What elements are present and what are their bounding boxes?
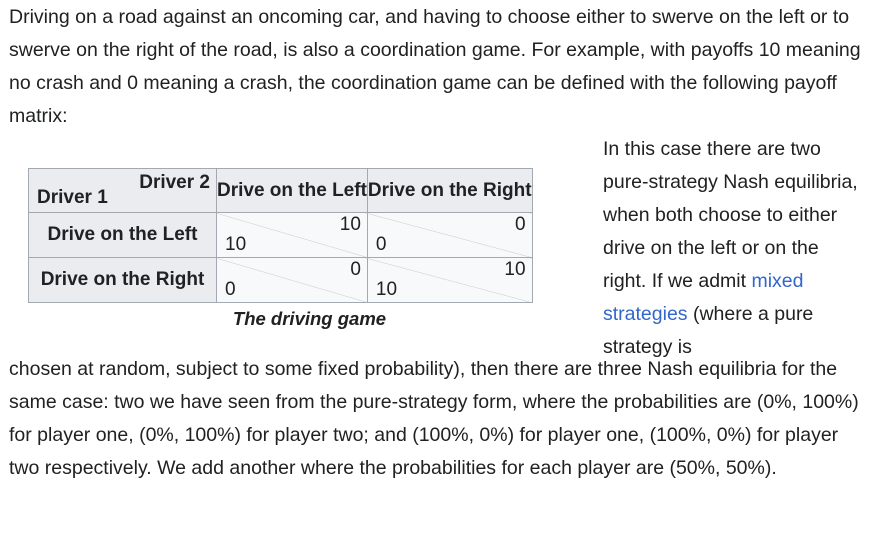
table-row: Drive on the Left 10 10 0 0 (28, 212, 533, 258)
intro-paragraph: Driving on a road against an oncoming ca… (9, 6, 861, 127)
payoff-driver1: 0 (225, 279, 236, 300)
side-text-start: In this case there are two pure-strategy… (603, 138, 858, 292)
outro-paragraph: chosen at random, subject to some fixed … (9, 358, 859, 479)
corner-cell: Driver 2 Driver 1 (28, 168, 217, 213)
table-row: Drive on the Right 0 0 10 10 (28, 257, 533, 303)
payoff-driver2: 0 (514, 214, 526, 235)
column-player-label: Driver 2 (139, 172, 210, 193)
side-paragraph: In this case there are two pure-strategy… (603, 133, 865, 364)
payoff-matrix: Driver 2 Driver 1 Drive on the Left Driv… (28, 168, 533, 303)
payoff-figure: Driver 2 Driver 1 Drive on the Left Driv… (28, 168, 581, 331)
payoff-driver2: 10 (504, 259, 526, 280)
article-body: Driving on a road against an oncoming ca… (0, 0, 879, 548)
row-player-label: Driver 1 (37, 187, 108, 208)
payoff-driver2: 10 (339, 214, 361, 235)
payoff-cell: 0 0 (366, 212, 533, 258)
payoff-driver1: 0 (375, 234, 387, 255)
payoff-cell: 10 10 (216, 212, 368, 258)
payoff-cell: 10 10 (366, 257, 533, 303)
row-header-right: Drive on the Right (28, 257, 217, 303)
column-header-right: Drive on the Right (366, 168, 533, 213)
header-row: Driver 2 Driver 1 Drive on the Left Driv… (28, 168, 533, 213)
payoff-driver1: 10 (225, 234, 247, 255)
payoff-cell: 0 0 (216, 257, 368, 303)
payoff-driver1: 10 (375, 279, 398, 300)
row-header-left: Drive on the Left (28, 212, 217, 258)
column-header-left: Drive on the Left (216, 168, 368, 213)
table-caption: The driving game (232, 308, 387, 329)
payoff-section: Driver 2 Driver 1 Drive on the Left Driv… (9, 133, 879, 358)
payoff-driver2: 0 (350, 259, 361, 280)
